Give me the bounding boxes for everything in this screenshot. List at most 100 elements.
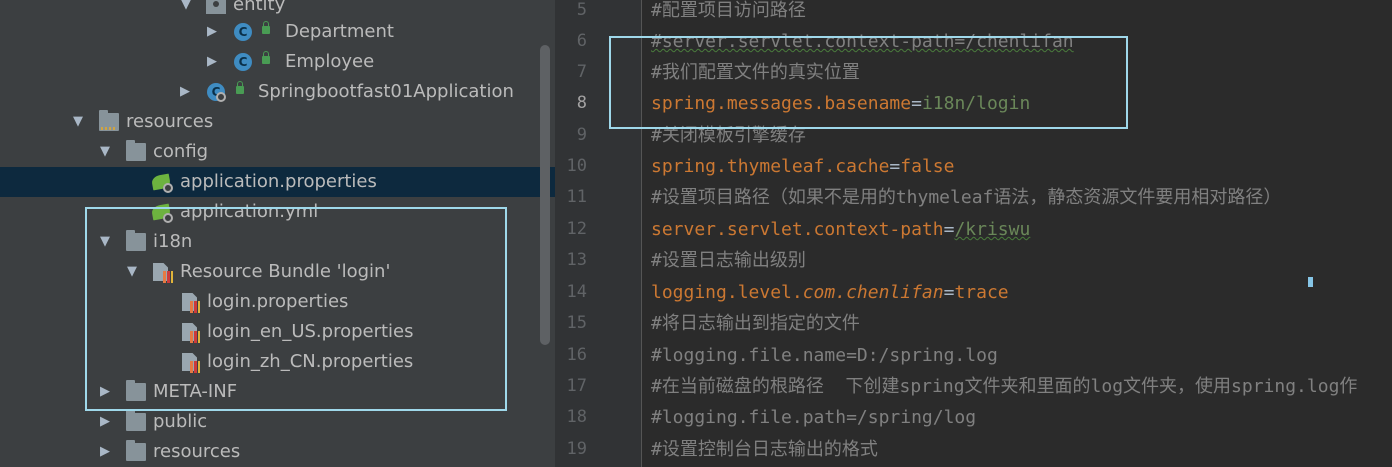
folder-icon bbox=[126, 410, 146, 431]
equals-sign: = bbox=[889, 156, 901, 177]
line-number-current: 8 bbox=[576, 93, 587, 113]
class-c-icon: C bbox=[234, 53, 252, 71]
equals-sign: = bbox=[943, 282, 955, 303]
tree-row-label: resources bbox=[126, 111, 214, 132]
code-line-property[interactable]: spring.thymeleaf.cache=false bbox=[651, 151, 954, 182]
property-value: /kriswu bbox=[954, 219, 1031, 240]
tree-row-label: i18n bbox=[153, 231, 193, 252]
tree-row-login-zh-cn-properties[interactable]: login_zh_CN.properties bbox=[0, 347, 555, 377]
tree-row-label: login.properties bbox=[207, 291, 349, 312]
code-line-property[interactable]: logging.level.com.chenlifan=trace bbox=[651, 277, 1009, 308]
line-number: 7 bbox=[576, 62, 587, 82]
tree-row-label: application.properties bbox=[180, 171, 377, 192]
tree-row-application-properties[interactable]: application.properties bbox=[0, 167, 555, 197]
line-number: 17 bbox=[566, 376, 587, 396]
code-line-comment[interactable]: #logging.file.path=/spring/log bbox=[651, 402, 976, 433]
tree-row-label: config bbox=[153, 141, 209, 162]
property-key: spring.messages.basename bbox=[651, 93, 912, 114]
resources-folder-icon bbox=[99, 110, 119, 131]
line-number: 18 bbox=[566, 407, 587, 427]
line-number: 14 bbox=[566, 282, 587, 302]
expand-arrow-icon[interactable]: ▼ bbox=[97, 227, 113, 257]
equals-sign: = bbox=[911, 93, 922, 114]
code-line-comment[interactable]: #server.servlet.context-path=/chenlifan bbox=[651, 26, 1074, 57]
property-value: false bbox=[900, 156, 955, 177]
code-line-comment[interactable]: #我们配置文件的真实位置 bbox=[651, 57, 860, 88]
expand-arrow-icon[interactable]: ▼ bbox=[124, 257, 140, 287]
expand-arrow-icon[interactable]: ▼ bbox=[70, 107, 86, 137]
property-value: i18n/login bbox=[921, 93, 1031, 114]
bundle-bars-icon bbox=[190, 331, 200, 343]
gear-icon bbox=[163, 213, 173, 223]
tree-scrollbar[interactable] bbox=[540, 45, 550, 345]
property-value: trace bbox=[954, 282, 1009, 303]
expand-arrow-icon[interactable]: ▼ bbox=[97, 137, 113, 167]
tree-row-meta-inf[interactable]: ▶ META-INF bbox=[0, 377, 555, 407]
tree-row-label: Resource Bundle 'login' bbox=[180, 261, 391, 282]
code-line-property[interactable]: server.servlet.context-path=/kriswu bbox=[651, 214, 1030, 245]
bundle-bars-icon bbox=[190, 361, 200, 373]
collapse-arrow-icon[interactable]: ▶ bbox=[204, 47, 220, 77]
tree-row-label: Employee bbox=[285, 51, 375, 72]
lock-icon bbox=[236, 81, 244, 94]
collapse-arrow-icon[interactable]: ▶ bbox=[97, 437, 113, 467]
line-number: 19 bbox=[566, 439, 587, 459]
tree-row-label: application.yml bbox=[180, 201, 319, 222]
line-number: 12 bbox=[566, 219, 587, 239]
code-line-comment[interactable]: #logging.file.name=D:/spring.log bbox=[651, 340, 998, 371]
line-number: 5 bbox=[576, 0, 587, 20]
folder-icon bbox=[126, 440, 146, 461]
tree-row-i18n[interactable]: ▼ i18n bbox=[0, 227, 555, 257]
package-folder-icon bbox=[206, 0, 226, 14]
tree-row-label: Department bbox=[285, 21, 394, 42]
tree-row-label: META-INF bbox=[153, 381, 238, 402]
tree-row-login-properties[interactable]: login.properties bbox=[0, 287, 555, 317]
tree-row-employee[interactable]: ▶ C Employee bbox=[0, 47, 555, 77]
property-key-package: com.chenlifan bbox=[802, 282, 944, 303]
code-line-comment[interactable]: #关闭模板引擎缓存 bbox=[651, 120, 806, 151]
code-line-comment[interactable]: #设置日志输出级别 bbox=[651, 245, 806, 276]
tree-row-department[interactable]: ▶ C Department bbox=[0, 17, 555, 47]
tree-row-public[interactable]: ▶ public bbox=[0, 407, 555, 437]
tree-row-application-yml[interactable]: application.yml bbox=[0, 197, 555, 227]
text-cursor-marker bbox=[1308, 277, 1313, 287]
line-number: 15 bbox=[566, 313, 587, 333]
project-tree: ▼ entity ▶ C Department ▶ C Employee ▶ C… bbox=[0, 0, 555, 467]
code-line-comment[interactable]: #配置项目访问路径 bbox=[651, 0, 806, 26]
tree-row-resource-bundle-login[interactable]: ▼ Resource Bundle 'login' bbox=[0, 257, 555, 287]
line-number: 9 bbox=[576, 125, 587, 145]
tree-row-resources[interactable]: ▼ resources bbox=[0, 107, 555, 137]
line-number: 10 bbox=[566, 156, 587, 176]
line-number: 6 bbox=[576, 31, 587, 51]
bundle-bars-icon bbox=[190, 301, 200, 313]
equals-sign: = bbox=[943, 219, 955, 240]
collapse-arrow-icon[interactable]: ▶ bbox=[97, 377, 113, 407]
gear-icon bbox=[216, 92, 226, 102]
code-line-comment[interactable]: #在当前磁盘的根路径 下创建spring文件夹和里面的log文件夹，使用spri… bbox=[651, 371, 1357, 402]
class-c-icon: C bbox=[234, 23, 252, 41]
property-key: server.servlet.context-path bbox=[651, 219, 944, 240]
tree-row-label: resources bbox=[153, 441, 241, 462]
collapse-arrow-icon[interactable]: ▶ bbox=[204, 17, 220, 47]
tree-row-resources-sub[interactable]: ▶ resources bbox=[0, 437, 555, 467]
code-line-comment[interactable]: #设置项目路径（如果不是用的thymeleaf语法，静态资源文件要用相对路径） bbox=[651, 182, 1281, 213]
collapse-arrow-icon[interactable]: ▶ bbox=[97, 407, 113, 437]
tree-row-login-en-us-properties[interactable]: login_en_US.properties bbox=[0, 317, 555, 347]
collapse-arrow-icon[interactable]: ▶ bbox=[177, 77, 193, 107]
folder-icon bbox=[126, 140, 146, 161]
property-key: logging.level. bbox=[651, 282, 803, 303]
code-line-property[interactable]: spring.messages.basename=i18n/login bbox=[651, 88, 1030, 119]
lock-icon bbox=[262, 51, 270, 64]
property-key: spring.thymeleaf.cache bbox=[651, 156, 890, 177]
code-line-comment[interactable]: #将日志输出到指定的文件 bbox=[651, 308, 860, 339]
tree-row-springbootfast01application[interactable]: ▶ C Springbootfast01Application bbox=[0, 77, 555, 107]
line-number: 13 bbox=[566, 250, 587, 270]
code-line-comment[interactable]: #设置控制台日志输出的格式 bbox=[651, 434, 878, 465]
tree-row-config[interactable]: ▼ config bbox=[0, 137, 555, 167]
line-number: 11 bbox=[566, 187, 587, 207]
tree-row-label: public bbox=[153, 411, 208, 432]
gear-icon bbox=[163, 183, 173, 193]
bundle-bars-icon bbox=[163, 271, 173, 283]
folder-icon bbox=[126, 230, 146, 251]
tree-row-label: login_en_US.properties bbox=[207, 321, 414, 342]
